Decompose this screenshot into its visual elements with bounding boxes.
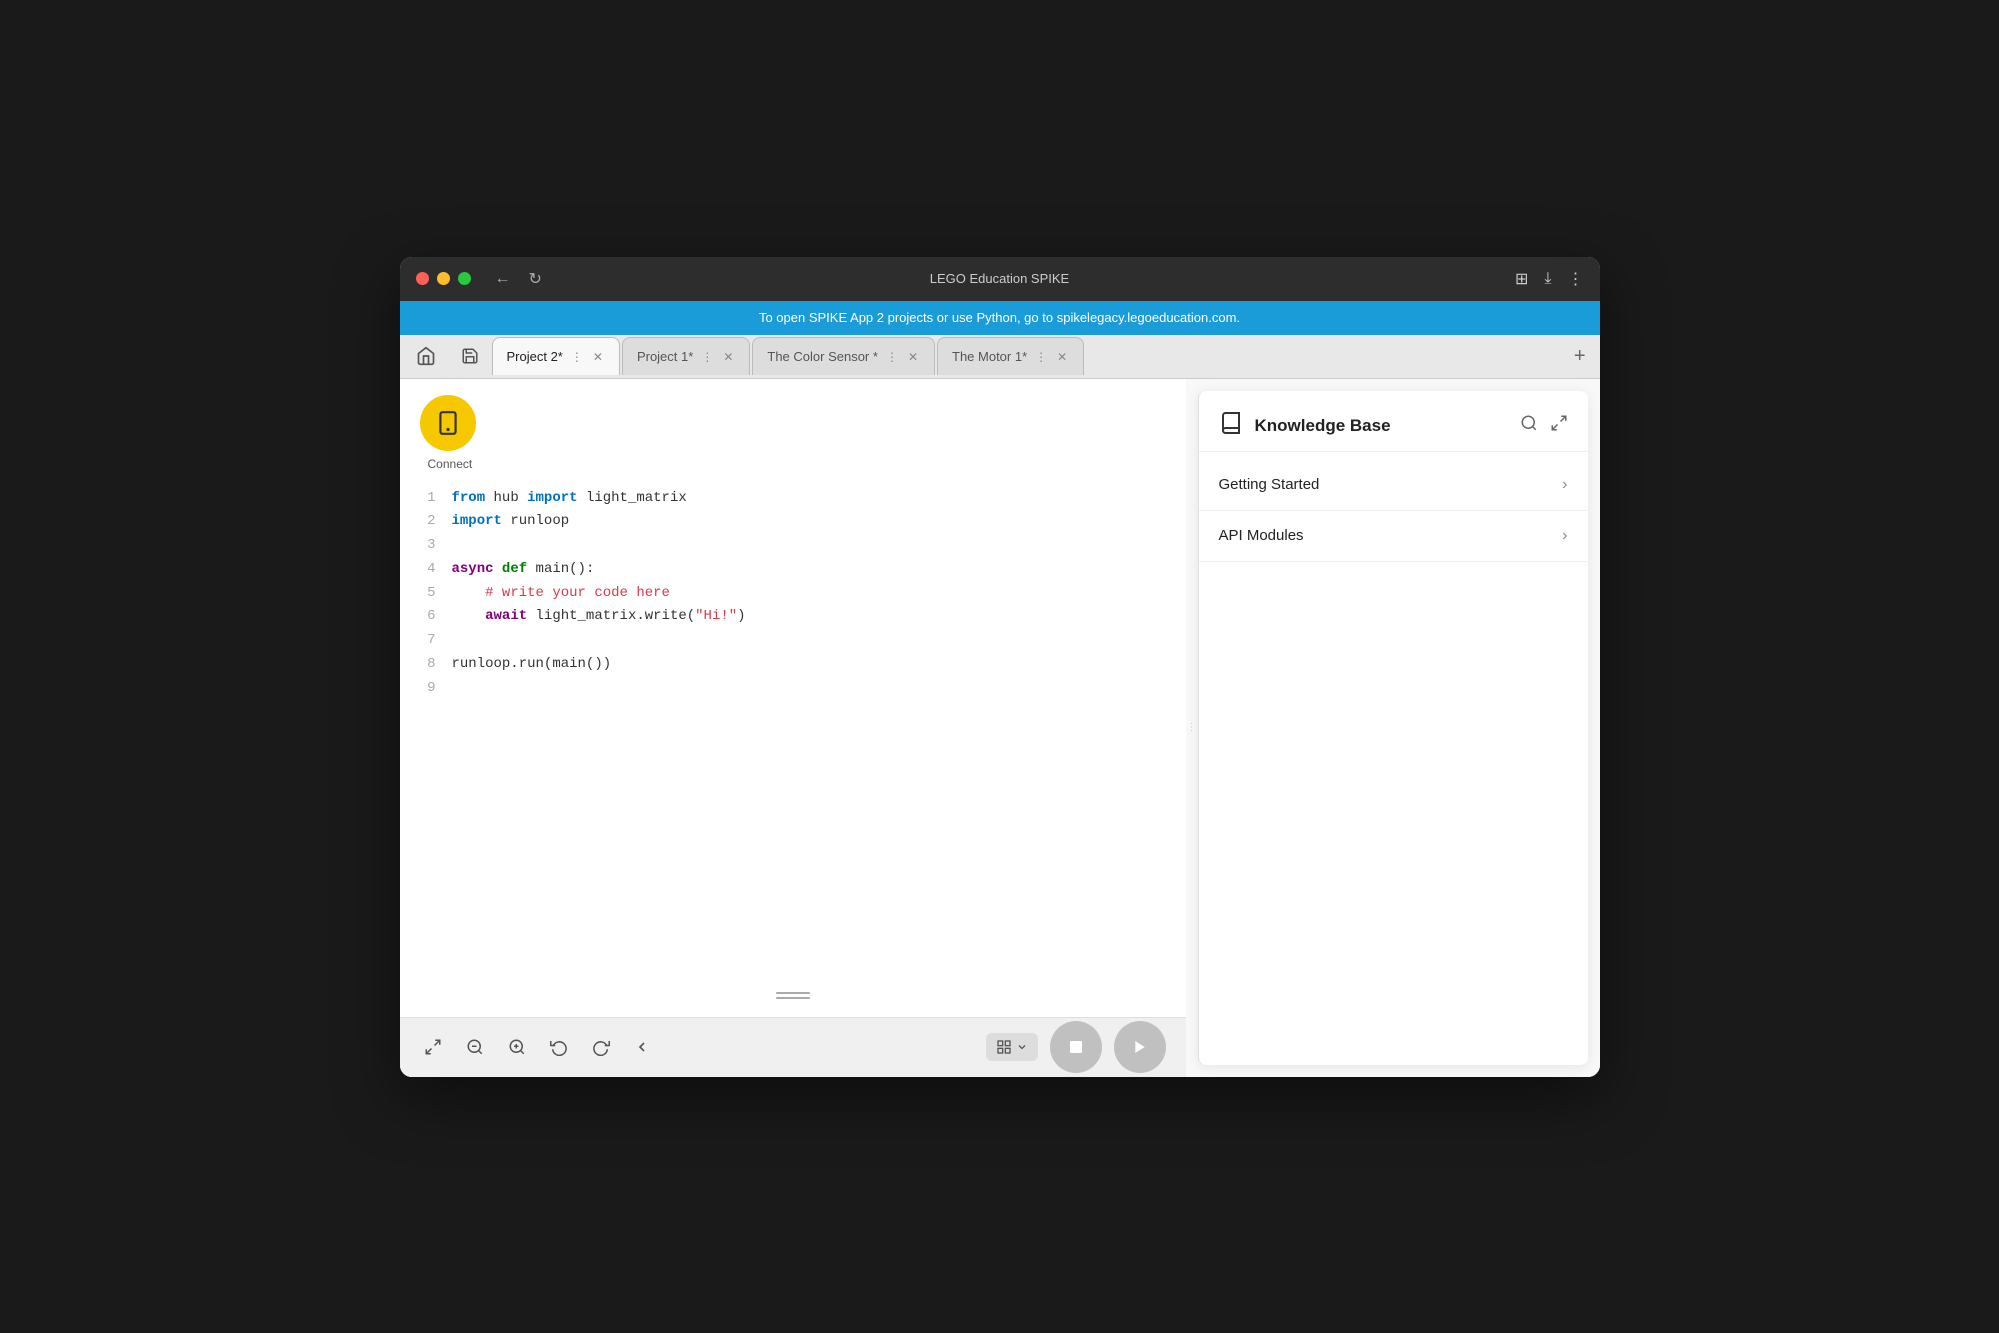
tab-label: The Color Sensor * xyxy=(767,349,878,364)
code-line-7: 7 xyxy=(420,629,1166,653)
code-editor[interactable]: 1 from hub import light_matrix 2 import … xyxy=(400,479,1186,1017)
traffic-lights xyxy=(416,272,471,285)
tab-label: Project 2* xyxy=(507,349,563,364)
minimize-button[interactable] xyxy=(437,272,450,285)
close-button[interactable] xyxy=(416,272,429,285)
nav-buttons: ← ↻ xyxy=(491,267,546,291)
window-title: LEGO Education SPIKE xyxy=(930,271,1069,286)
code-line-3: 3 xyxy=(420,534,1166,558)
save-button[interactable] xyxy=(448,334,492,378)
tab-menu-icon[interactable]: ⋮ xyxy=(886,350,898,364)
home-button[interactable] xyxy=(404,334,448,378)
tab-close-icon[interactable]: ✕ xyxy=(721,348,735,366)
zoom-in-button[interactable] xyxy=(504,1034,530,1060)
download-icon[interactable]: ⤓ xyxy=(1544,270,1551,288)
code-line-6: 6 await light_matrix.write("Hi!") xyxy=(420,605,1166,629)
code-line-1: 1 from hub import light_matrix xyxy=(420,487,1166,511)
info-banner: To open SPIKE App 2 projects or use Pyth… xyxy=(400,301,1600,335)
code-line-8: 8 runloop.run(main()) xyxy=(420,653,1166,677)
back-button[interactable]: ← xyxy=(491,268,515,290)
maximize-button[interactable] xyxy=(458,272,471,285)
tab-close-icon[interactable]: ✕ xyxy=(591,348,605,366)
fullscreen-button[interactable] xyxy=(420,1034,446,1060)
grid-view-button[interactable] xyxy=(986,1033,1038,1061)
bottom-toolbar xyxy=(400,1017,1186,1077)
titlebar-actions: ⊞ ⤓ ⋮ xyxy=(1515,269,1583,289)
menu-icon[interactable]: ⋮ xyxy=(1568,269,1584,289)
bottom-right-actions xyxy=(986,1021,1166,1073)
play-button[interactable] xyxy=(1114,1021,1166,1073)
connect-section: Connect xyxy=(400,379,1186,479)
kb-items: Getting Started › API Modules › xyxy=(1199,452,1588,570)
collapse-button[interactable] xyxy=(630,1035,654,1059)
tab-label: The Motor 1* xyxy=(952,349,1027,364)
tab-color-sensor[interactable]: The Color Sensor * ⋮ ✕ xyxy=(752,337,935,375)
banner-text: To open SPIKE App 2 projects or use Pyth… xyxy=(759,310,1240,325)
reload-button[interactable]: ↻ xyxy=(525,267,546,291)
connect-label: Connect xyxy=(420,457,473,471)
tab-menu-icon[interactable]: ⋮ xyxy=(571,350,583,364)
kb-header: Knowledge Base xyxy=(1199,391,1588,452)
kb-item-label: API Modules xyxy=(1219,527,1304,544)
kb-search-button[interactable] xyxy=(1520,414,1538,437)
chevron-right-icon: › xyxy=(1562,527,1567,545)
add-tab-button[interactable]: + xyxy=(1564,345,1596,368)
main-content: Connect 1 from hub import light_matrix 2… xyxy=(400,379,1600,1077)
code-line-9: 9 xyxy=(420,677,1166,701)
tab-label: Project 1* xyxy=(637,349,693,364)
knowledge-base-panel: Knowledge Base xyxy=(1198,391,1588,1065)
code-line-4: 4 async def main(): xyxy=(420,558,1166,582)
tabbar: Project 2* ⋮ ✕ Project 1* ⋮ ✕ The Color … xyxy=(400,335,1600,379)
zoom-out-button[interactable] xyxy=(462,1034,488,1060)
tab-project1[interactable]: Project 1* ⋮ ✕ xyxy=(622,337,750,375)
tab-close-icon[interactable]: ✕ xyxy=(906,348,920,366)
code-line-5: 5 # write your code here xyxy=(420,582,1166,606)
kb-item-api-modules[interactable]: API Modules › xyxy=(1199,511,1588,562)
tab-motor[interactable]: The Motor 1* ⋮ ✕ xyxy=(937,337,1084,375)
puzzle-icon[interactable]: ⊞ xyxy=(1515,269,1528,289)
undo-button[interactable] xyxy=(546,1034,572,1060)
tab-menu-icon[interactable]: ⋮ xyxy=(701,350,713,364)
book-icon xyxy=(1219,411,1243,441)
kb-title: Knowledge Base xyxy=(1255,416,1391,436)
stop-button[interactable] xyxy=(1050,1021,1102,1073)
tab-menu-icon[interactable]: ⋮ xyxy=(1035,350,1047,364)
code-line-2: 2 import runloop xyxy=(420,510,1166,534)
chevron-right-icon: › xyxy=(1562,476,1567,494)
app-window: ← ↻ LEGO Education SPIKE ⊞ ⤓ ⋮ To open S… xyxy=(400,257,1600,1077)
tab-project2[interactable]: Project 2* ⋮ ✕ xyxy=(492,337,620,375)
resize-handle[interactable]: ⋮ xyxy=(1186,379,1198,1077)
tab-close-icon[interactable]: ✕ xyxy=(1055,348,1069,366)
connect-button[interactable] xyxy=(420,395,476,451)
titlebar: ← ↻ LEGO Education SPIKE ⊞ ⤓ ⋮ xyxy=(400,257,1600,301)
drag-handle[interactable] xyxy=(773,984,813,1007)
editor-area: Connect 1 from hub import light_matrix 2… xyxy=(400,379,1186,1077)
kb-collapse-button[interactable] xyxy=(1550,414,1568,437)
kb-item-label: Getting Started xyxy=(1219,476,1320,493)
kb-item-getting-started[interactable]: Getting Started › xyxy=(1199,460,1588,511)
redo-button[interactable] xyxy=(588,1034,614,1060)
kb-header-actions xyxy=(1520,414,1568,437)
